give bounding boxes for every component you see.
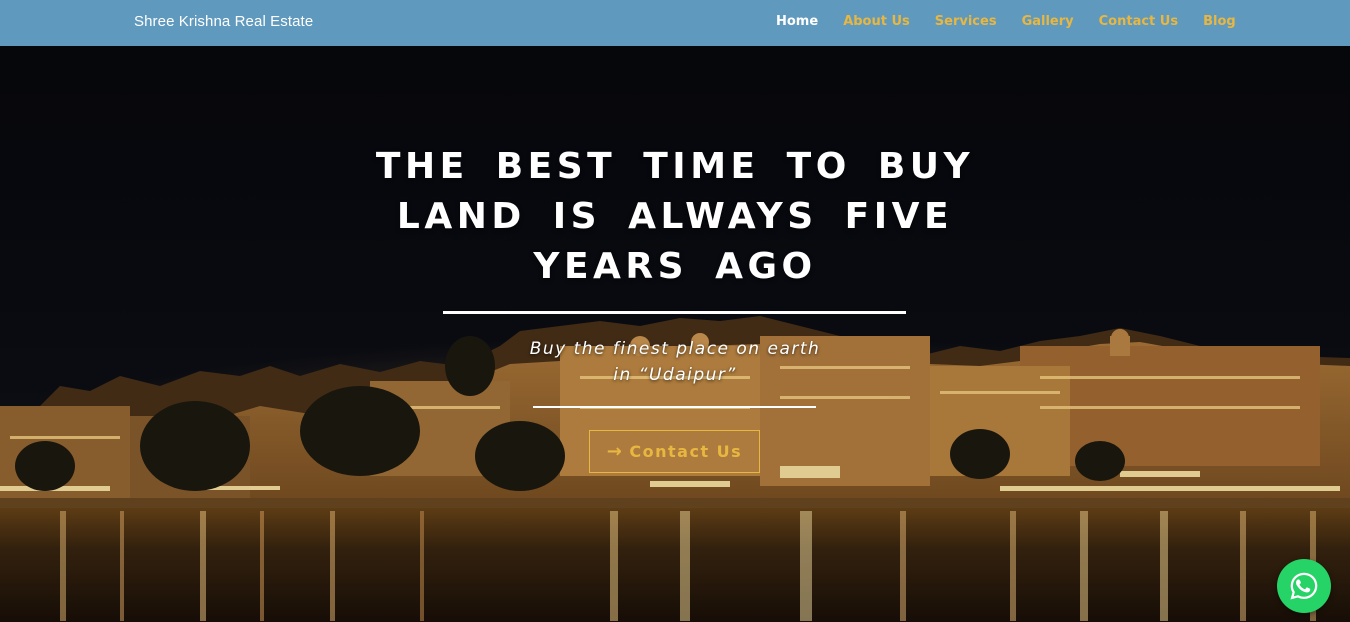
whatsapp-icon [1290,572,1318,600]
hero-subtitle: Buy the finest place on earth in “Udaipu… [529,339,821,385]
top-navbar: Shree Krishna Real Estate Home About Us … [0,0,1350,46]
whatsapp-chat-button[interactable] [1277,559,1331,613]
hero-background-image [0,46,1350,622]
nav-blog[interactable]: Blog [1203,14,1236,29]
nav-services[interactable]: Services [935,14,997,29]
nav-home[interactable]: Home [776,14,818,29]
arrow-right-icon: → [606,441,624,462]
contact-us-button[interactable]: → Contact Us [589,430,760,473]
headline-divider [443,311,906,314]
page: Shree Krishna Real Estate Home About Us … [0,0,1350,622]
subtitle-divider [533,406,816,408]
brand-logo-text[interactable]: Shree Krishna Real Estate [134,13,313,30]
hero-section [0,46,1350,622]
contact-us-button-label: Contact Us [629,442,743,461]
hero-headline: THE BEST TIME TO BUY LAND IS ALWAYS FIVE… [375,146,975,287]
nav-gallery[interactable]: Gallery [1022,14,1074,29]
nav-about-us[interactable]: About Us [843,14,910,29]
nav-contact-us[interactable]: Contact Us [1099,14,1178,29]
main-nav: Home About Us Services Gallery Contact U… [776,14,1236,29]
